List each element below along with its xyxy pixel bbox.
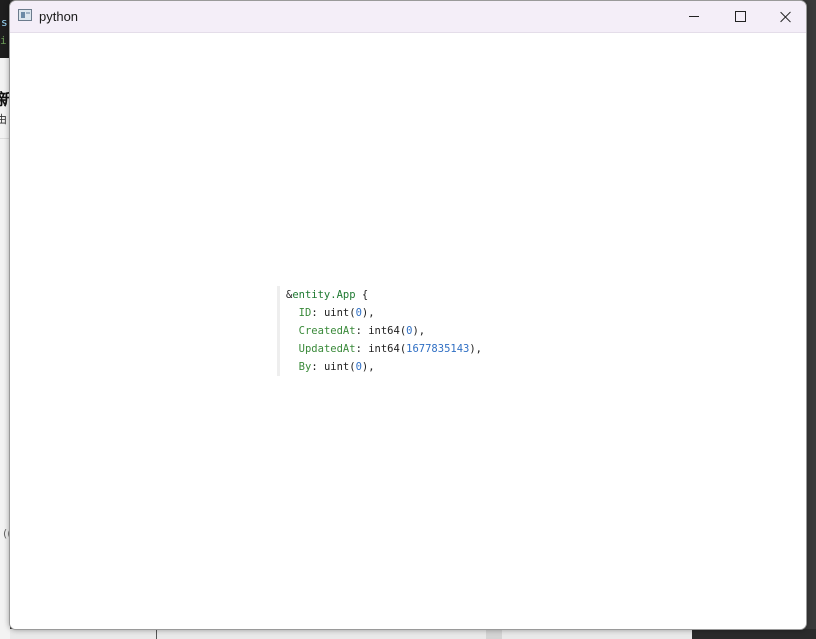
background-fragment: s [1, 16, 8, 29]
code-line: CreatedAt: int64(0), [286, 322, 482, 340]
background-segment [486, 629, 502, 639]
code-token: ), [469, 343, 483, 355]
minimize-icon [689, 16, 699, 17]
minimize-button[interactable] [671, 1, 717, 32]
code-token: : uint( [311, 361, 356, 373]
code-token: UpdatedAt [298, 343, 356, 355]
app-window-icon[interactable] [18, 9, 32, 21]
code-token: CreatedAt [298, 325, 356, 337]
background-taskbar-strip [10, 629, 816, 639]
code-line: UpdatedAt: int64(1677835143), [286, 340, 482, 358]
code-token: 1677835143 [406, 343, 470, 355]
code-token: { [355, 289, 369, 301]
code-token: : int64( [355, 343, 407, 355]
code-token: entity.App [292, 289, 356, 301]
code-token: ), [361, 361, 375, 373]
window-content: &entity.App { ID: uint(0), CreatedAt: in… [10, 33, 806, 629]
background-fragment: 由 [0, 113, 7, 126]
code-token: By [298, 361, 312, 373]
code-token: : uint( [311, 307, 356, 319]
code-token: ), [361, 307, 375, 319]
code-line: By: uint(0), [286, 358, 482, 376]
window-title: python [39, 9, 79, 24]
maximize-button[interactable] [717, 1, 763, 32]
close-button[interactable] [763, 1, 806, 32]
code-line: &entity.App { [286, 286, 482, 304]
code-snippet: &entity.App { ID: uint(0), CreatedAt: in… [277, 286, 482, 376]
title-bar[interactable]: python [10, 1, 806, 33]
maximize-icon [734, 11, 746, 22]
code-line: ID: uint(0), [286, 304, 482, 322]
background-fragment: i [0, 34, 7, 47]
code-token: ID [298, 307, 312, 319]
python-window: python &entity.App { ID: uint(0), Create… [9, 0, 807, 630]
close-icon [780, 11, 792, 23]
code-token: ), [412, 325, 426, 337]
background-segment [156, 629, 157, 639]
background-segment [692, 629, 816, 639]
code-token: : int64( [355, 325, 407, 337]
